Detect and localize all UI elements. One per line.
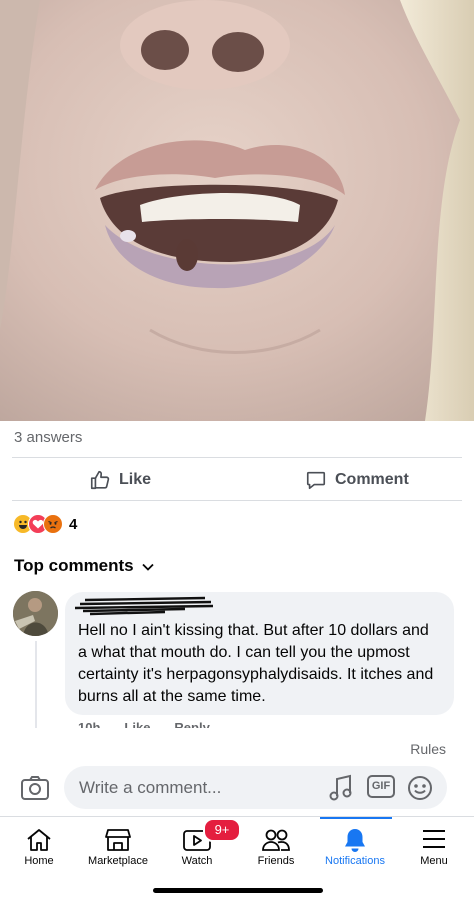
thread-line — [35, 641, 37, 736]
chevron-down-icon — [142, 556, 154, 576]
post-photo[interactable] — [0, 0, 474, 421]
post-actions: Like Comment — [0, 465, 474, 495]
angry-reaction-icon — [43, 514, 63, 534]
like-label: Like — [119, 471, 152, 488]
nav-watch-label: Watch — [181, 855, 213, 867]
rules-link[interactable]: Rules — [410, 741, 446, 757]
nav-home-label: Home — [24, 855, 54, 867]
comment-bubble[interactable]: Hell no I ain't kissing that. But after … — [65, 592, 454, 715]
comment-label: Comment — [335, 471, 409, 488]
avatar[interactable] — [13, 591, 58, 636]
answers-count[interactable]: 3 answers — [14, 429, 82, 446]
composer-divider — [0, 728, 474, 740]
like-button[interactable]: Like — [89, 465, 151, 495]
comment-input-placeholder: Write a comment... — [79, 778, 222, 797]
top-comments-filter[interactable]: Top comments — [14, 556, 154, 576]
watch-badge: 9+ — [203, 818, 241, 842]
divider — [12, 500, 462, 501]
nav-home[interactable]: Home — [0, 817, 78, 873]
nav-menu[interactable]: Menu — [395, 817, 473, 873]
menu-icon — [421, 827, 447, 856]
home-icon — [25, 827, 53, 858]
redaction-scribble — [74, 596, 214, 616]
comment-text: Hell no I ain't kissing that. But after … — [78, 622, 434, 705]
nav-friends-label: Friends — [257, 855, 295, 867]
music-note-icon[interactable] — [328, 774, 354, 807]
nav-marketplace-label: Marketplace — [88, 855, 148, 867]
camera-icon[interactable] — [19, 772, 51, 804]
comment-icon — [305, 469, 327, 491]
nav-friends[interactable]: Friends — [237, 817, 315, 873]
emoji-icon[interactable] — [406, 774, 434, 807]
thumbs-up-icon — [89, 469, 111, 491]
reaction-count: 4 — [69, 515, 78, 533]
comment-input[interactable]: Write a comment... GIF — [64, 766, 447, 809]
marketplace-icon — [104, 827, 132, 858]
nav-marketplace[interactable]: Marketplace — [79, 817, 157, 873]
divider — [12, 457, 462, 458]
top-comments-label: Top comments — [14, 556, 134, 575]
gif-button[interactable]: GIF — [367, 775, 395, 798]
comment-button[interactable]: Comment — [305, 465, 409, 495]
nav-menu-label: Menu — [420, 855, 448, 867]
friends-icon — [261, 827, 291, 858]
bell-icon — [342, 827, 368, 858]
nav-notifications[interactable]: Notifications — [316, 817, 394, 873]
nav-notifications-label: Notifications — [325, 855, 385, 867]
home-indicator — [153, 888, 323, 893]
reactions-summary[interactable]: 4 — [13, 514, 77, 534]
